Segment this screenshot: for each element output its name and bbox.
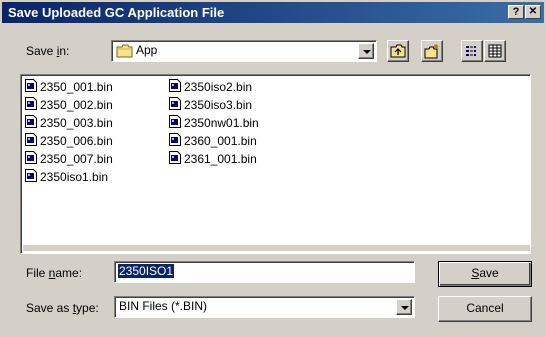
file-icon xyxy=(25,151,37,165)
file-icon xyxy=(169,79,181,93)
file-name-text: 2350_006.bin xyxy=(40,133,113,148)
file-name-text: 2350iso3.bin xyxy=(184,97,253,112)
file-name-text: 2360_001.bin xyxy=(184,133,257,148)
file-list-item[interactable]: 2361_001.bin xyxy=(169,151,257,167)
file-icon xyxy=(169,115,181,129)
file-list-item[interactable]: 2350_007.bin xyxy=(25,151,113,167)
file-icon xyxy=(169,151,181,165)
chevron-down-icon xyxy=(401,306,409,310)
file-icon xyxy=(25,97,37,111)
new-folder-icon xyxy=(424,44,439,59)
file-icon xyxy=(25,79,37,93)
save-in-dropdown-button[interactable] xyxy=(358,43,374,59)
file-name-input[interactable]: 2350ISO1 xyxy=(114,261,415,283)
file-icon xyxy=(169,97,181,111)
save-in-label: Save in: xyxy=(26,44,70,58)
file-list-item[interactable]: 2350_001.bin xyxy=(25,79,113,95)
up-one-level-button[interactable] xyxy=(387,40,409,62)
up-folder-icon xyxy=(390,44,406,58)
new-folder-button[interactable] xyxy=(421,40,443,62)
file-name-value: 2350ISO1 xyxy=(118,264,175,278)
save-as-type-combo[interactable]: BIN Files (*.BIN) xyxy=(114,296,415,318)
file-list-item[interactable]: 2350_006.bin xyxy=(25,133,113,149)
file-name-text: 2361_001.bin xyxy=(184,151,257,166)
title-bar[interactable]: Save Uploaded GC Application File ? ✕ xyxy=(2,2,544,23)
file-list-item[interactable]: 2360_001.bin xyxy=(169,133,257,149)
file-icon xyxy=(169,133,181,147)
file-name-text: 2350_001.bin xyxy=(40,79,113,94)
details-view-icon xyxy=(488,44,502,58)
folder-icon xyxy=(116,44,133,58)
file-name-text: 2350_007.bin xyxy=(40,151,113,166)
save-in-value: App xyxy=(136,43,158,57)
help-button[interactable]: ? xyxy=(508,5,524,19)
save-as-type-label: Save as type: xyxy=(26,301,99,315)
chevron-down-icon xyxy=(363,50,371,54)
details-view-button[interactable] xyxy=(484,40,506,62)
file-list-item[interactable]: 2350nw01.bin xyxy=(169,115,259,131)
save-in-combo[interactable]: App xyxy=(111,40,377,62)
close-button[interactable]: ✕ xyxy=(525,5,541,19)
save-button[interactable]: Save xyxy=(438,261,532,287)
save-as-type-dropdown-button[interactable] xyxy=(396,299,412,315)
file-icon xyxy=(25,115,37,129)
file-list[interactable]: 2350_001.bin 2350_002.bin 2350_003.bin 2350… xyxy=(20,74,531,254)
file-name-text: 2350_002.bin xyxy=(40,97,113,112)
file-list-item[interactable]: 2350_002.bin xyxy=(25,97,113,113)
file-name-text: 2350iso2.bin xyxy=(184,79,253,94)
file-list-item[interactable]: 2350iso2.bin xyxy=(169,79,252,95)
window-title: Save Uploaded GC Application File xyxy=(8,5,225,20)
save-as-type-value: BIN Files (*.BIN) xyxy=(119,299,208,313)
file-list-item[interactable]: 2350_003.bin xyxy=(25,115,113,131)
file-list-item[interactable]: 2350iso3.bin xyxy=(169,97,252,113)
file-list-item[interactable]: 2350iso1.bin xyxy=(25,169,108,185)
file-icon xyxy=(25,169,37,183)
list-view-icon xyxy=(466,46,476,56)
file-name-text: 2350nw01.bin xyxy=(184,115,259,130)
horizontal-scrollbar[interactable] xyxy=(23,245,530,251)
file-icon xyxy=(25,133,37,147)
save-dialog: Save Uploaded GC Application File ? ✕ Sa… xyxy=(0,0,546,337)
file-name-text: 2350_003.bin xyxy=(40,115,113,130)
list-view-button[interactable] xyxy=(461,40,483,62)
file-name-label: File name: xyxy=(26,266,83,280)
cancel-button[interactable]: Cancel xyxy=(438,296,532,322)
file-name-text: 2350iso1.bin xyxy=(40,169,109,184)
